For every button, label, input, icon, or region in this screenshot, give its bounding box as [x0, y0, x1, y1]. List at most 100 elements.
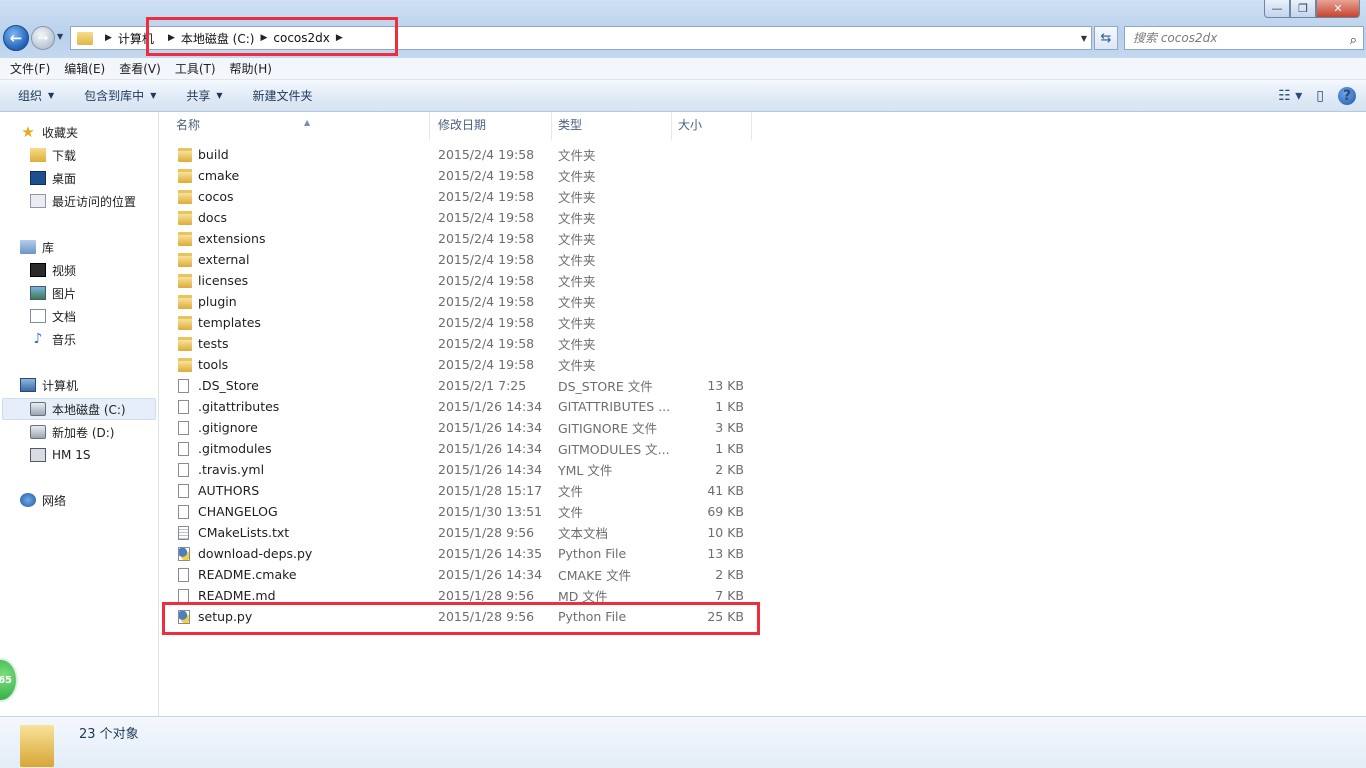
address-history-dropdown[interactable]: ▼	[1081, 34, 1087, 43]
file-row[interactable]: CHANGELOG 2015/1/30 13:51 文件 69 KB	[172, 501, 752, 522]
recent-pages-dropdown[interactable]: ▼	[57, 32, 63, 41]
refresh-button[interactable]: ⇆	[1094, 26, 1118, 50]
file-row[interactable]: download-deps.py 2015/1/26 14:35 Python Fi…	[172, 543, 752, 564]
file-row[interactable]: tests 2015/2/4 19:58 文件夹	[172, 333, 752, 354]
chevron-right-icon[interactable]: ▶	[105, 33, 112, 43]
nav-computer[interactable]: 计算机	[20, 375, 78, 395]
organize-button[interactable]: 组织 ▼	[18, 87, 54, 104]
nav-downloads[interactable]: 下载	[30, 145, 76, 165]
nav-documents[interactable]: 文档	[30, 306, 76, 326]
include-library-label: 包含到库中	[84, 89, 145, 103]
nav-videos[interactable]: 视频	[30, 260, 76, 280]
nav-libraries[interactable]: 库	[20, 237, 54, 257]
menu-tools[interactable]: 工具(T)	[175, 60, 216, 77]
folder-icon	[178, 294, 192, 309]
forward-button[interactable]: →	[31, 26, 55, 50]
file-row[interactable]: CMakeLists.txt 2015/1/28 9:56 文本文档 10 KB	[172, 522, 752, 543]
menu-file[interactable]: 文件(F)	[10, 60, 50, 77]
nav-network[interactable]: 网络	[20, 490, 66, 510]
file-modified-date: 2015/1/28 9:56	[438, 588, 535, 603]
nav-recent-places[interactable]: 最近访问的位置	[30, 191, 136, 211]
file-row[interactable]: .gitattributes 2015/1/26 14:34 GITATTRIBUT…	[172, 396, 752, 417]
file-modified-date: 2015/2/4 19:58	[438, 231, 535, 246]
nav-music[interactable]: ♪ 音乐	[30, 329, 76, 349]
column-label: 名称	[176, 118, 201, 132]
nav-device-hm1s[interactable]: HM 1S	[30, 445, 90, 465]
computer-icon	[20, 378, 36, 392]
nav-label: HM 1S	[52, 448, 91, 462]
column-header-modified[interactable]: 修改日期	[430, 112, 552, 140]
chevron-down-icon: ▼	[216, 91, 223, 100]
column-label: 修改日期	[438, 118, 487, 132]
python-file-icon	[178, 546, 190, 561]
file-modified-date: 2015/1/26 14:34	[438, 420, 543, 435]
menu-help[interactable]: 帮助(H)	[230, 60, 272, 77]
file-type: 文件夹	[558, 337, 596, 352]
details-pane: 23 个对象	[0, 716, 1366, 768]
file-row[interactable]: licenses 2015/2/4 19:58 文件夹	[172, 270, 752, 291]
help-icon[interactable]: ?	[1338, 87, 1356, 105]
folder-icon	[178, 168, 192, 183]
file-size: 3 KB	[715, 420, 744, 435]
file-row[interactable]: build 2015/2/4 19:58 文件夹	[172, 144, 752, 165]
nav-favorites[interactable]: ★ 收藏夹	[20, 122, 78, 142]
nav-drive-d[interactable]: 新加卷 (D:)	[30, 422, 114, 442]
file-row[interactable]: .DS_Store 2015/2/1 7:25 DS_STORE 文件 13 KB	[172, 375, 752, 396]
file-row[interactable]: external 2015/2/4 19:58 文件夹	[172, 249, 752, 270]
file-row[interactable]: cmake 2015/2/4 19:58 文件夹	[172, 165, 752, 186]
file-modified-date: 2015/1/28 9:56	[438, 525, 535, 540]
file-row[interactable]: cocos 2015/2/4 19:58 文件夹	[172, 186, 752, 207]
desktop-icon	[30, 171, 46, 185]
nav-pictures[interactable]: 图片	[30, 283, 76, 303]
search-icon[interactable]: ⌕	[1350, 30, 1357, 52]
view-controls: ☷ ▾ ▯ ?	[1264, 87, 1356, 105]
file-row[interactable]: templates 2015/2/4 19:58 文件夹	[172, 312, 752, 333]
nav-label: 下载	[52, 148, 77, 163]
column-header-type[interactable]: 类型	[550, 112, 672, 140]
file-type: DS_STORE 文件	[558, 379, 653, 394]
include-in-library-button[interactable]: 包含到库中 ▼	[84, 87, 156, 104]
view-options-icon[interactable]: ☷ ▾	[1278, 88, 1302, 104]
file-name: docs	[198, 210, 227, 225]
file-type: 文件夹	[558, 232, 596, 247]
navigation-pane: ★ 收藏夹 下载 桌面 最近访问的位置 库 视频 图片 文档 ♪ 音乐 计算机 本地…	[0, 112, 159, 716]
file-row[interactable]: README.cmake 2015/1/26 14:34 CMAKE 文件 2 KB	[172, 564, 752, 585]
file-row[interactable]: plugin 2015/2/4 19:58 文件夹	[172, 291, 752, 312]
folder-icon	[77, 31, 93, 45]
nav-label: 图片	[52, 286, 77, 301]
file-type: Python File	[558, 546, 627, 561]
file-icon	[178, 399, 189, 414]
nav-label: 视频	[52, 263, 77, 278]
file-row[interactable]: AUTHORS 2015/1/28 15:17 文件 41 KB	[172, 480, 752, 501]
column-header-name[interactable]: 名称 ▲	[168, 112, 430, 140]
nav-desktop[interactable]: 桌面	[30, 168, 76, 188]
search-input[interactable]: 搜索 cocos2dx ⌕	[1124, 26, 1364, 50]
windows-drive-icon	[30, 402, 46, 416]
close-button[interactable]: ✕	[1316, 0, 1360, 18]
new-folder-button[interactable]: 新建文件夹	[253, 87, 313, 104]
share-button[interactable]: 共享 ▼	[186, 87, 222, 104]
file-row[interactable]: docs 2015/2/4 19:58 文件夹	[172, 207, 752, 228]
file-row[interactable]: tools 2015/2/4 19:58 文件夹	[172, 354, 752, 375]
window-controls: — ❐ ✕	[1264, 0, 1360, 18]
column-header-size[interactable]: 大小	[670, 112, 752, 140]
minimize-button[interactable]: —	[1264, 0, 1290, 18]
preview-pane-icon[interactable]: ▯	[1316, 88, 1324, 104]
nav-drive-c[interactable]: 本地磁盘 (C:)	[30, 399, 126, 419]
menu-edit[interactable]: 编辑(E)	[64, 60, 105, 77]
file-icon	[178, 483, 189, 498]
file-row[interactable]: .gitignore 2015/1/26 14:34 GITIGNORE 文件 3 K…	[172, 417, 752, 438]
maximize-button[interactable]: ❐	[1290, 0, 1316, 18]
file-row[interactable]: extensions 2015/2/4 19:58 文件夹	[172, 228, 752, 249]
new-folder-label: 新建文件夹	[252, 89, 313, 103]
back-button[interactable]: ←	[3, 25, 29, 51]
file-size: 13 KB	[707, 378, 744, 393]
file-type: 文件夹	[558, 253, 596, 268]
menu-view[interactable]: 查看(V)	[119, 60, 161, 77]
folder-icon	[178, 210, 192, 225]
file-row[interactable]: .gitmodules 2015/1/26 14:34 GITMODULES 文..…	[172, 438, 752, 459]
menu-bar: 文件(F) 编辑(E) 查看(V) 工具(T) 帮助(H)	[0, 58, 1366, 80]
file-name: cocos	[198, 189, 234, 204]
file-name: CMakeLists.txt	[198, 525, 290, 540]
file-row[interactable]: .travis.yml 2015/1/26 14:34 YML 文件 2 KB	[172, 459, 752, 480]
